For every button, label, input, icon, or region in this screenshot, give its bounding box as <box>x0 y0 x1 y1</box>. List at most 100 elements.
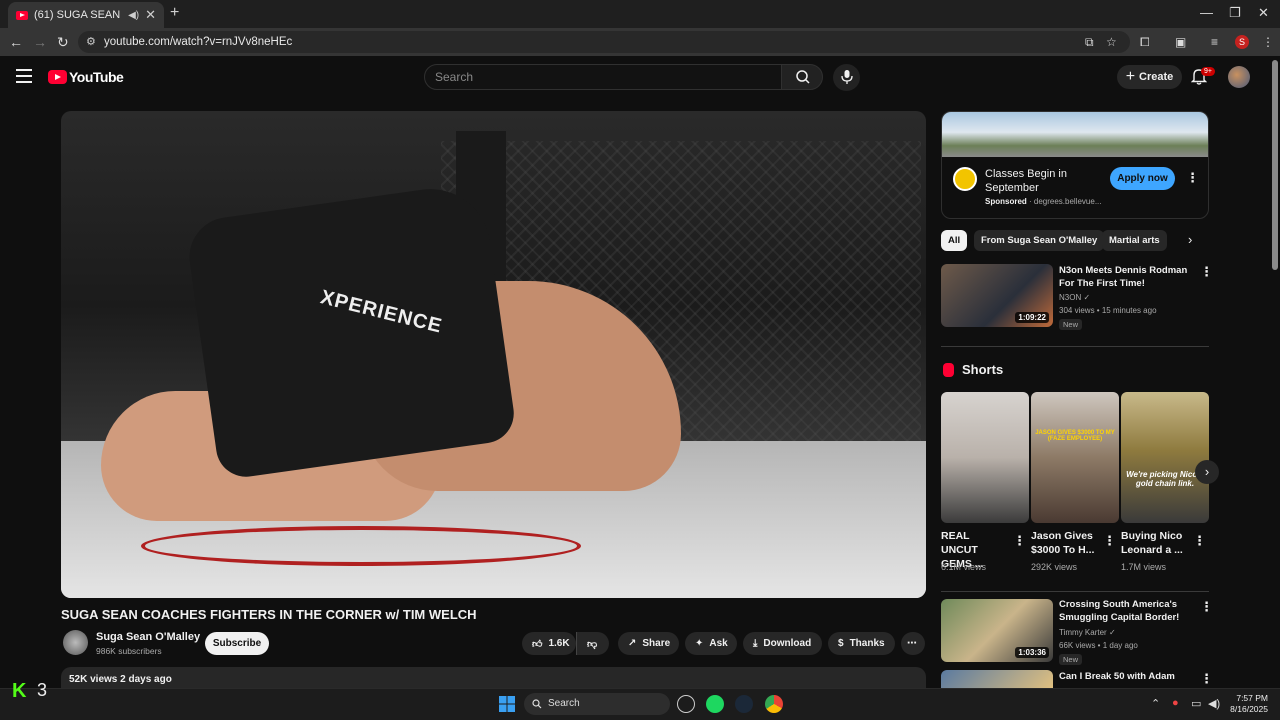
verified-check-icon: ✓ <box>1108 628 1116 637</box>
speaker-icon[interactable]: ◀) <box>128 10 139 21</box>
url-bar[interactable]: ⚙ youtube.com/watch?v=rnJVv8neHEc <box>78 31 1130 53</box>
dislike-button[interactable]: 👎︎ <box>576 632 609 655</box>
channel-avatar[interactable] <box>63 630 88 655</box>
video-more-icon[interactable]: ⋮ <box>1200 671 1213 687</box>
bookmark-star-icon[interactable]: ☆ <box>1106 35 1117 49</box>
short-thumbnail[interactable] <box>941 392 1029 523</box>
subscribe-button[interactable]: Subscribe <box>205 632 269 655</box>
related-channel-name[interactable]: N3ON ✓ <box>1059 293 1090 302</box>
microphone-tray-icon[interactable]: ● <box>1172 697 1179 709</box>
extensions-icon[interactable]: ⧠ <box>1140 35 1150 50</box>
cast-icon[interactable]: ⧉ <box>1085 35 1094 50</box>
voice-search-button[interactable] <box>833 64 860 91</box>
ad-banner-image <box>942 112 1208 157</box>
thanks-button[interactable]: $ Thanks <box>828 632 895 655</box>
like-count: 1.6K <box>548 638 570 649</box>
copilot-app-icon[interactable] <box>677 695 695 713</box>
short-title[interactable]: Buying Nico Leonard a ... <box>1121 529 1189 557</box>
channel-name[interactable]: Suga Sean O'Malley <box>96 631 200 643</box>
video-thumbnail[interactable]: 1:09:22 <box>941 264 1053 327</box>
super-thanks-icon: $ <box>838 638 844 649</box>
short-thumbnail[interactable]: We're picking Nico a gold chain link. <box>1121 392 1209 523</box>
tray-chevron-up-icon[interactable]: ⌃ <box>1151 697 1160 710</box>
short-more-icon[interactable]: ⋮ <box>1103 533 1116 549</box>
related-channel-name[interactable]: Timmy Karter ✓ <box>1059 628 1116 637</box>
related-video-meta: 66K views • 1 day ago <box>1059 641 1138 650</box>
more-actions-button[interactable]: ⋯ <box>901 632 925 655</box>
more-horizontal-icon: ⋯ <box>907 638 917 649</box>
video-more-icon[interactable]: ⋮ <box>1200 599 1213 615</box>
restore-icon[interactable]: ❐ <box>1229 5 1241 21</box>
related-video-title[interactable]: Can I Break 50 with Adam <box>1059 670 1189 683</box>
shorts-next-button[interactable]: › <box>1195 460 1219 484</box>
thumbs-down-icon: 👎︎ <box>587 638 598 650</box>
create-button[interactable]: + Create <box>1117 65 1182 89</box>
clock-date: 8/16/2025 <box>1230 704 1268 714</box>
reload-icon[interactable]: ↻ <box>57 34 69 51</box>
ad-more-icon[interactable]: ⋮ <box>1186 170 1199 186</box>
taskbar-search[interactable]: Search <box>524 693 670 715</box>
short-more-icon[interactable]: ⋮ <box>1013 533 1026 549</box>
chevron-right-icon[interactable]: › <box>1188 232 1192 247</box>
chip-all[interactable]: All <box>941 230 968 251</box>
profile-avatar[interactable]: S <box>1235 35 1249 49</box>
search-icon <box>532 699 542 709</box>
youtube-favicon-icon <box>16 10 28 20</box>
short-thumbnail[interactable]: JASON GIVES $3000 TO MY (FAZE EMPLOYEE) <box>1031 392 1119 523</box>
youtube-logo[interactable]: YouTube <box>48 69 124 85</box>
short-views: 292K views <box>1031 562 1078 572</box>
forward-icon[interactable]: → <box>33 34 47 50</box>
split-view-icon[interactable]: ▣ <box>1175 35 1186 49</box>
video-duration: 1:03:36 <box>1015 647 1049 658</box>
ask-button[interactable]: ✦ Ask <box>685 632 737 655</box>
spotify-app-icon[interactable] <box>706 695 724 713</box>
logo-text: YouTube <box>69 69 124 85</box>
share-label: Share <box>642 638 671 649</box>
back-icon[interactable]: ← <box>9 34 23 50</box>
short-title[interactable]: Jason Gives $3000 To H... <box>1031 529 1099 557</box>
page-scrollbar[interactable] <box>1272 60 1278 270</box>
network-icon[interactable]: ▭ <box>1191 697 1201 710</box>
shorts-title: Shorts <box>962 362 1004 377</box>
browser-tab[interactable]: (61) SUGA SEAN COACHES FI ◀) ✕ <box>8 2 164 28</box>
related-video-title[interactable]: Crossing South America's Smuggling Capit… <box>1059 598 1189 624</box>
search-input[interactable]: Search <box>424 64 782 90</box>
steam-app-icon[interactable] <box>735 695 753 713</box>
chip-from-channel[interactable]: From Suga Sean O'Malley <box>974 230 1105 251</box>
apply-now-button[interactable]: Apply now <box>1110 167 1175 190</box>
site-info-icon[interactable]: ⚙ <box>86 35 96 48</box>
media-controls-icon[interactable]: ≡ <box>1211 35 1218 49</box>
minimize-icon[interactable]: — <box>1200 5 1213 20</box>
video-player[interactable]: XPERIENCE <box>61 111 926 598</box>
video-more-icon[interactable]: ⋮ <box>1200 264 1213 280</box>
short-more-icon[interactable]: ⋮ <box>1193 533 1206 549</box>
windows-start-icon[interactable] <box>499 696 515 712</box>
ad-title[interactable]: Classes Begin in September <box>985 167 1095 195</box>
ad-domain: degrees.bellevue... <box>1033 197 1102 206</box>
video-thumbnail[interactable]: 1:03:36 <box>941 599 1053 662</box>
close-tab-icon[interactable]: ✕ <box>145 7 156 23</box>
share-button[interactable]: ↗ Share <box>618 632 679 655</box>
close-window-icon[interactable]: ✕ <box>1258 5 1269 21</box>
video-thumbnail[interactable] <box>941 670 1053 688</box>
download-button[interactable]: ⤓ Download <box>743 632 822 655</box>
short-overlay-text: We're picking Nico a gold chain link. <box>1126 470 1204 488</box>
video-title: SUGA SEAN COACHES FIGHTERS IN THE CORNER… <box>61 607 477 622</box>
chip-martial-arts[interactable]: Martial arts <box>1102 230 1167 251</box>
hamburger-menu-icon[interactable] <box>16 69 32 87</box>
chrome-app-icon[interactable] <box>765 695 783 713</box>
sponsored-ad-card[interactable]: Classes Begin in September Sponsored · d… <box>941 111 1209 219</box>
related-video-title[interactable]: N3on Meets Dennis Rodman For The First T… <box>1059 264 1189 290</box>
short-views: 6.1M views <box>941 562 987 572</box>
account-avatar[interactable] <box>1228 66 1250 88</box>
volume-icon[interactable]: ◀) <box>1208 697 1220 710</box>
kick-count: 3 <box>37 680 48 700</box>
search-button[interactable] <box>781 64 823 90</box>
chrome-menu-icon[interactable]: ⋮ <box>1262 35 1274 49</box>
system-clock[interactable]: 7:57 PM 8/16/2025 <box>1222 693 1268 715</box>
new-badge: New <box>1059 654 1083 665</box>
youtube-play-icon <box>48 70 67 84</box>
advertiser-logo <box>953 167 977 191</box>
new-tab-button[interactable]: + <box>170 4 179 22</box>
like-button[interactable]: 👍︎ 1.6K <box>522 632 576 655</box>
